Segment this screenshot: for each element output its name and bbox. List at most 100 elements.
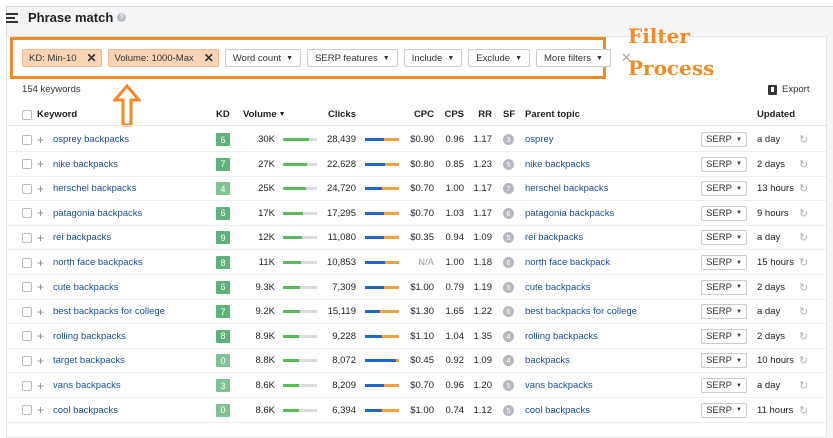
serp-button[interactable]: SERP ▼ [701,230,747,246]
plus-icon[interactable]: + [37,231,44,245]
plus-icon[interactable]: + [37,133,44,147]
table-row[interactable]: + herschel backpacks 4 25K 24,720 $0.70 1.00 1.… [7,177,826,202]
serp-button[interactable]: SERP ▼ [701,255,747,270]
keyword-link[interactable]: cute backpacks [53,282,118,293]
table-row[interactable]: + best backpacks for college 7 9.2K 15,119 $1… [7,300,826,325]
refresh-icon[interactable]: ↻ [799,330,808,343]
row-checkbox[interactable] [22,208,32,219]
keyword-link[interactable]: vans backpacks [53,380,121,391]
row-checkbox[interactable] [22,232,32,243]
plus-icon[interactable]: + [37,157,44,171]
parent-topic-link[interactable]: cool backpacks [525,405,590,416]
refresh-icon[interactable]: ↻ [799,305,808,318]
table-row[interactable]: + rolling backpacks 8 8.9K 9,228 $1.10 1.04 1.3… [7,325,826,349]
row-checkbox[interactable] [22,331,32,342]
filter-chip-kd[interactable]: KD: Min-10 ✕ [22,49,102,67]
table-row[interactable]: + cool backpacks 0 8.6K 6,394 $1.00 0.74 1.12 5 c… [7,399,826,423]
keyword-link[interactable]: best backpacks for college [53,306,165,317]
filter-chip-volume[interactable]: Volume: 1000-Max ✕ [107,49,219,67]
row-checkbox[interactable] [22,355,32,366]
table-row[interactable]: + cute backpacks 6 9.3K 7,309 $1.00 0.79 1.19 5 c… [7,276,826,300]
refresh-icon[interactable]: ↻ [799,133,808,146]
parent-topic-link[interactable]: osprey [525,134,554,145]
table-row[interactable]: + osprey backpacks 6 30K 28,439 $0.90 0.96 1.17… [7,128,826,152]
keyword-link[interactable]: nike backpacks [53,159,118,170]
keyword-link[interactable]: north face backpacks [53,257,143,268]
serp-button[interactable]: SERP ▼ [701,205,747,221]
table-row[interactable]: + rei backpacks 9 12K 11,080 $0.35 0.94 1.09 5 re… [7,226,826,251]
serp-button[interactable]: SERP ▼ [701,156,747,172]
plus-icon[interactable]: + [37,256,44,270]
keyword-link[interactable]: herschel backpacks [53,183,136,194]
refresh-icon[interactable]: ↻ [799,256,808,269]
parent-topic-link[interactable]: herschel backpacks [525,183,608,194]
refresh-icon[interactable]: ↻ [799,354,808,367]
serp-button[interactable]: SERP ▼ [701,353,747,369]
serp-button[interactable]: SERP ▼ [701,402,747,418]
keyword-link[interactable]: target backpacks [53,355,125,366]
serp-features-count[interactable]: 5 [503,380,514,391]
serp-features-count[interactable]: 5 [503,158,514,170]
plus-icon[interactable]: + [37,305,44,319]
keyword-link[interactable]: osprey backpacks [53,134,129,145]
plus-icon[interactable]: + [37,182,44,196]
plus-icon[interactable]: + [37,354,44,368]
menu-icon[interactable] [6,12,18,23]
refresh-icon[interactable]: ↻ [799,207,808,220]
table-row[interactable]: + vans backpacks 3 8.6K 8,209 $0.70 0.96 1.20 5 v… [7,374,826,398]
plus-icon[interactable]: + [37,280,44,294]
exclude-dropdown[interactable]: Exclude ▼ [468,49,531,67]
column-header-updated[interactable]: Updated [757,104,795,125]
close-icon[interactable]: ✕ [200,51,218,65]
parent-topic-link[interactable]: vans backpacks [525,380,593,391]
keyword-link[interactable]: cool backpacks [53,405,118,416]
row-checkbox[interactable] [22,159,32,170]
keyword-link[interactable]: patagonia backpacks [53,208,142,219]
parent-topic-link[interactable]: backpacks [525,355,570,366]
serp-button[interactable]: SERP ▼ [701,132,747,147]
column-header-cpc[interactable]: CPC [402,104,434,125]
serp-features-count[interactable]: 4 [503,355,514,367]
parent-topic-link[interactable]: cute backpacks [525,282,590,293]
plus-icon[interactable]: + [37,403,44,417]
keyword-link[interactable]: rolling backpacks [53,331,126,342]
column-header-keyword[interactable]: Keyword [37,104,77,125]
row-checkbox[interactable] [22,257,32,268]
serp-features-count[interactable]: 6 [503,306,514,318]
help-icon[interactable]: ? [117,13,127,22]
table-row[interactable]: + north face backpacks 8 11K 10,853 N/A 1.00 1.… [7,251,826,275]
word-count-dropdown[interactable]: Word count ▼ [224,49,302,67]
parent-topic-link[interactable]: rolling backpacks [525,331,598,342]
serp-button[interactable]: SERP ▼ [701,378,747,393]
column-header-volume[interactable]: Volume ▼ [243,104,286,125]
keyword-link[interactable]: rei backpacks [53,232,111,243]
parent-topic-link[interactable]: nike backpacks [525,159,590,170]
column-header-clicks[interactable]: Clicks [307,104,356,125]
close-icon[interactable]: ✕ [83,51,101,65]
parent-topic-link[interactable]: north face backpack [525,257,610,268]
table-row[interactable]: + target backpacks 0 8.8K 8,072 $0.45 0.92 1.09… [7,349,826,374]
serp-features-count[interactable]: 5 [503,404,514,416]
serp-features-count[interactable]: 7 [503,183,514,195]
row-checkbox[interactable] [22,405,32,416]
include-dropdown[interactable]: Include ▼ [403,49,463,67]
serp-button[interactable]: SERP ▼ [701,328,747,344]
plus-icon[interactable]: + [37,329,44,343]
serp-button[interactable]: SERP ▼ [701,181,747,197]
parent-topic-link[interactable]: patagonia backpacks [525,208,614,219]
column-header-kd[interactable]: KD [216,104,230,125]
serp-features-count[interactable]: 6 [503,207,514,219]
select-all-checkbox[interactable] [22,109,32,120]
column-header-cps[interactable]: CPS [438,104,464,125]
column-header-parent-topic[interactable]: Parent topic [525,104,580,125]
serp-button[interactable]: SERP ▼ [701,304,747,320]
parent-topic-link[interactable]: rei backpacks [525,232,583,243]
row-checkbox[interactable] [22,306,32,317]
parent-topic-link[interactable]: best backpacks for college [525,306,637,317]
plus-icon[interactable]: + [37,379,44,393]
serp-features-count[interactable]: 6 [503,257,514,268]
refresh-icon[interactable]: ↻ [799,158,808,171]
row-checkbox[interactable] [22,282,32,293]
serp-features-count[interactable]: 5 [503,281,514,293]
table-row[interactable]: + patagonia backpacks 6 17K 17,295 $0.70 1.03 1… [7,202,826,226]
